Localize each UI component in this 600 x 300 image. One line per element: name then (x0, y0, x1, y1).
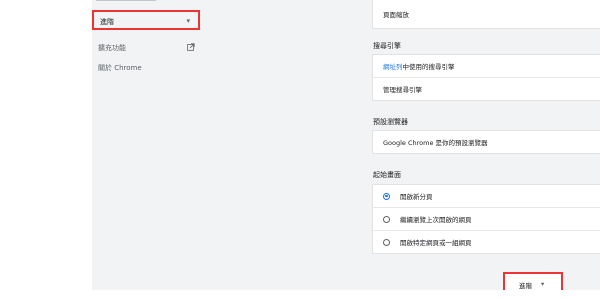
radio-unchecked-icon[interactable] (383, 215, 390, 223)
startup-option-label: 開啟新分頁 (400, 193, 433, 201)
address-bar-link[interactable]: 網址列 (383, 61, 403, 71)
search-engine-title: 搜尋引擎 (373, 42, 401, 50)
chevron-down-icon: ▾ (186, 17, 190, 25)
sidebar-item-about-chrome[interactable]: 關於 Chrome (98, 63, 142, 73)
manage-search-engines-row[interactable]: 管理搜尋引擎 (373, 77, 600, 100)
sidebar-item-extensions[interactable]: 擴充功能 (98, 43, 126, 53)
default-browser-card: Google Chrome 是你的預設瀏覽器 (373, 131, 600, 153)
search-engine-card: 網址列 中使用的搜尋引擎 管理搜尋引擎 (373, 55, 600, 100)
startup-option-new-tab[interactable]: 開啟新分頁 (373, 185, 600, 207)
search-engine-row[interactable]: 網址列 中使用的搜尋引擎 (373, 55, 600, 77)
chevron-down-icon: ▾ (541, 280, 545, 288)
advanced-button[interactable]: 進階 ▾ (503, 272, 563, 292)
startup-title: 起始畫面 (373, 171, 401, 179)
search-engine-row-label: 中使用的搜尋引擎 (402, 63, 455, 71)
open-in-new-icon[interactable] (187, 43, 195, 51)
radio-unchecked-icon[interactable] (383, 238, 390, 246)
sidebar-advanced-label: 進階 (100, 18, 114, 26)
startup-card: 開啟新分頁 繼續瀏覽上次開啟的網頁 開啟特定網頁或一組網頁 (373, 185, 600, 253)
sidebar-divider (96, 0, 156, 5)
startup-option-specific-pages[interactable]: 開啟特定網頁或一組網頁 (373, 230, 600, 253)
page-zoom-label: 頁面縮放 (383, 11, 409, 19)
radio-checked-icon[interactable] (383, 192, 390, 200)
advanced-button-label: 進階 (519, 282, 532, 290)
page-bottom-margin (92, 290, 600, 300)
startup-option-label: 繼續瀏覽上次開啟的網頁 (400, 216, 472, 224)
manage-search-engines-label: 管理搜尋引擎 (383, 86, 422, 94)
startup-option-label: 開啟特定網頁或一組網頁 (400, 239, 472, 247)
default-browser-title: 預設瀏覽器 (373, 118, 408, 126)
default-browser-row: Google Chrome 是你的預設瀏覽器 (373, 131, 600, 153)
sidebar-advanced-dropdown[interactable]: 進階 ▾ (92, 10, 200, 30)
default-browser-status: Google Chrome 是你的預設瀏覽器 (383, 139, 488, 147)
page-zoom-card: 頁面縮放 (373, 0, 600, 28)
startup-option-continue[interactable]: 繼續瀏覽上次開啟的網頁 (373, 207, 600, 230)
page-zoom-row[interactable]: 頁面縮放 (373, 0, 600, 28)
